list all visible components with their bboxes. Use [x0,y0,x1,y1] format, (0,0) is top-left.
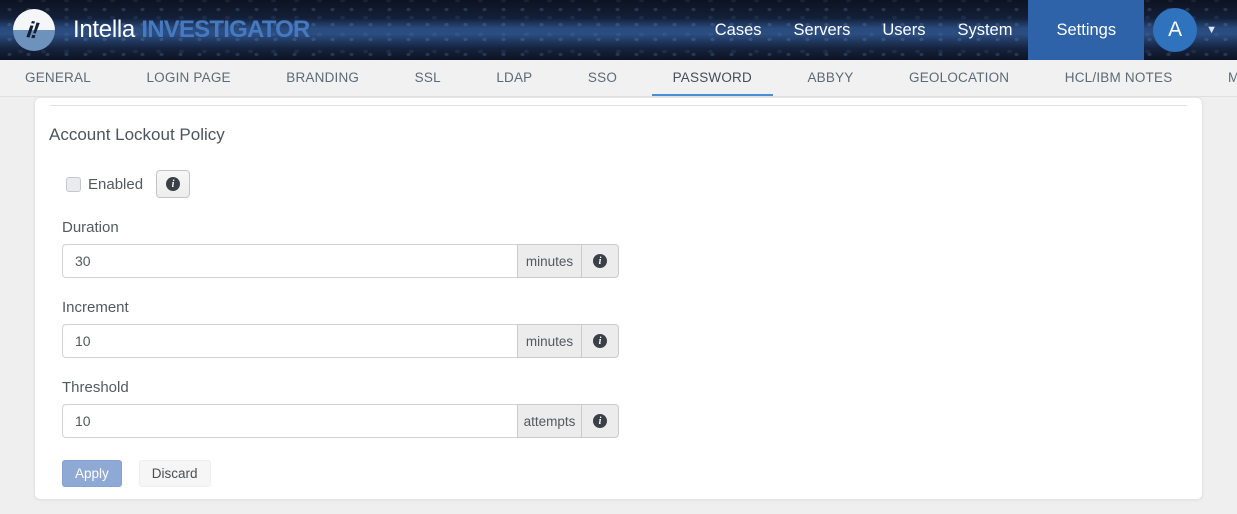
chevron-down-icon[interactable]: ▼ [1206,24,1217,36]
enabled-checkbox[interactable] [66,177,81,192]
section-title: Account Lockout Policy [49,125,1202,145]
enabled-info-button[interactable]: i [156,170,190,198]
tab-hcl-ibm-notes[interactable]: HCL/IBM NOTES [1044,60,1194,97]
avatar[interactable]: A [1153,8,1197,52]
tab-sso[interactable]: SSO [567,60,638,97]
user-menu[interactable]: A ▼ [1144,8,1237,52]
intella-logo-icon: i! [13,9,55,51]
apply-button[interactable]: Apply [62,460,122,487]
tab-general[interactable]: GENERAL [4,60,112,97]
brand-name: Intella [73,16,135,43]
increment-unit-addon: minutes [517,324,581,358]
nav-item-settings[interactable]: Settings [1028,0,1144,60]
threshold-input-group: attempts i [62,404,619,438]
logo-glyph: i! [26,16,43,45]
duration-label: Duration [62,219,1202,236]
account-lockout-form: Enabled i Duration minutes i Increment m… [62,170,1202,487]
discard-button[interactable]: Discard [139,460,211,487]
increment-input[interactable] [62,324,517,358]
duration-unit-addon: minutes [517,244,581,278]
brand-product: INVESTIGATOR [141,16,309,43]
navbar-menu: Cases Servers Users System Settings A ▼ [699,0,1237,60]
duration-input-group: minutes i [62,244,619,278]
enabled-label: Enabled [88,176,143,193]
top-navbar: i! Intella INVESTIGATOR Cases Servers Us… [0,0,1237,60]
increment-info-button[interactable]: i [581,324,619,358]
brand-title: Intella INVESTIGATOR [73,16,310,44]
settings-tabbar: GENERAL LOGIN PAGE BRANDING SSL LDAP SSO… [0,60,1237,97]
threshold-info-button[interactable]: i [581,404,619,438]
threshold-input[interactable] [62,404,517,438]
nav-item-cases[interactable]: Cases [699,0,778,60]
nav-item-servers[interactable]: Servers [778,0,867,60]
nav-item-system[interactable]: System [941,0,1028,60]
info-icon: i [166,177,180,191]
info-icon: i [593,414,607,428]
increment-label: Increment [62,299,1202,316]
threshold-unit-addon: attempts [517,404,581,438]
tab-branding[interactable]: BRANDING [265,60,380,97]
duration-info-button[interactable]: i [581,244,619,278]
duration-input[interactable] [62,244,517,278]
nav-item-users[interactable]: Users [866,0,941,60]
tab-login-page[interactable]: LOGIN PAGE [125,60,251,97]
enabled-row: Enabled i [62,170,1202,198]
increment-input-group: minutes i [62,324,619,358]
tab-password[interactable]: PASSWORD [652,60,773,97]
tab-ssl[interactable]: SSL [394,60,462,97]
password-settings-panel: Account Lockout Policy Enabled i Duratio… [34,97,1203,500]
tab-geolocation[interactable]: GEOLOCATION [888,60,1030,97]
settings-tabs: GENERAL LOGIN PAGE BRANDING SSL LDAP SSO… [0,60,1237,97]
tab-abbyy[interactable]: ABBYY [786,60,874,97]
section-divider [50,105,1187,106]
info-icon: i [593,254,607,268]
page-body: Account Lockout Policy Enabled i Duratio… [0,97,1237,500]
form-actions: Apply Discard [62,460,1202,487]
tab-ldap[interactable]: LDAP [475,60,553,97]
info-icon: i [593,334,607,348]
tab-md5-hash[interactable]: MD5 H [1207,60,1237,97]
threshold-label: Threshold [62,379,1202,396]
